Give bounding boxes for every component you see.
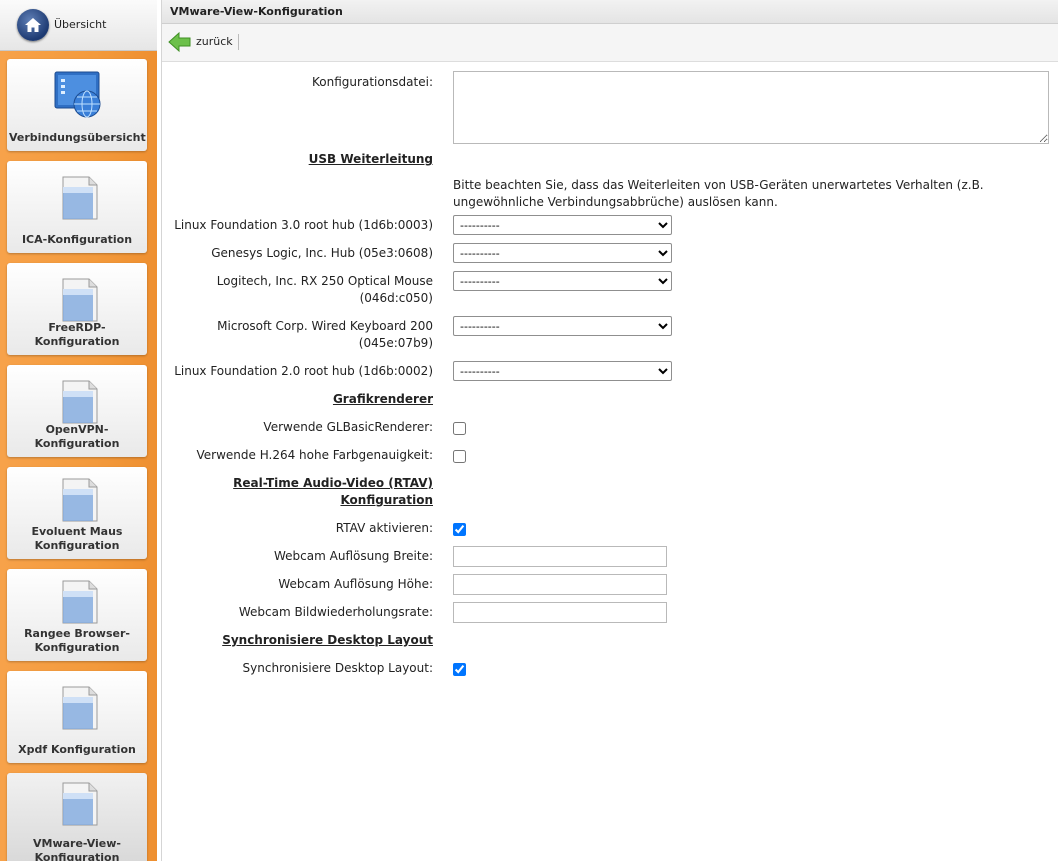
config-file-label: Konfigurationsdatei: — [312, 75, 433, 89]
page-title: VMware-View-Konfiguration — [162, 0, 1058, 24]
usb-device-label: Logitech, Inc. RX 250 Optical Mouse — [216, 274, 433, 288]
sidebar-item-openvpn[interactable]: OpenVPN-Konfiguration — [7, 365, 147, 457]
usb-device-label-id: (045e:07b9) — [358, 336, 433, 350]
document-icon — [62, 478, 98, 522]
webcam-height-label: Webcam Auflösung Höhe: — [278, 577, 433, 591]
gl-basic-label: Verwende GLBasicRenderer: — [263, 420, 433, 434]
usb-device-label: Microsoft Corp. Wired Keyboard 200 — [217, 319, 433, 333]
sidebar-item-label: Xpdf Konfiguration — [18, 743, 136, 756]
usb-device-select[interactable]: ---------- — [453, 361, 672, 381]
toolbar-separator — [238, 34, 239, 50]
gl-basic-checkbox[interactable] — [453, 422, 466, 435]
sidebar-item-label: Rangee Browser-Konfiguration — [24, 627, 130, 654]
document-icon — [62, 176, 98, 220]
usb-hint: Bitte beachten Sie, dass das Weiterleite… — [453, 178, 984, 209]
sidebar-item-verbindungsuebersicht[interactable]: Verbindungsübersicht — [7, 59, 147, 151]
webcam-fps-label: Webcam Bildwiederholungsrate: — [238, 605, 433, 619]
sidebar-item-label: Evoluent Maus Konfiguration — [31, 525, 123, 552]
webcam-fps-input[interactable] — [453, 602, 667, 623]
section-graphics: Grafikrenderer — [332, 392, 433, 406]
usb-device-select[interactable]: ---------- — [453, 243, 672, 263]
rtav-enable-checkbox[interactable] — [453, 523, 466, 536]
sidebar-item-rangee-browser[interactable]: Rangee Browser-Konfiguration — [7, 569, 147, 661]
sidebar-item-ica[interactable]: ICA-Konfiguration — [7, 161, 147, 253]
sidebar-item-freerdp[interactable]: FreeRDP-Konfiguration — [7, 263, 147, 355]
sidebar-item-vmware-view[interactable]: VMware-View-Konfiguration — [7, 773, 147, 861]
usb-device-select[interactable]: ---------- — [453, 316, 672, 336]
sidebar-item-label: OpenVPN-Konfiguration — [34, 423, 120, 450]
back-label: zurück — [196, 35, 233, 48]
usb-device-label: Linux Foundation 2.0 root hub (1d6b:0002… — [174, 364, 433, 378]
document-icon — [62, 580, 98, 624]
section-usb: USB Weiterleitung — [308, 152, 433, 166]
rtav-enable-label: RTAV aktivieren: — [335, 521, 433, 535]
toolbar: zurück — [162, 24, 1058, 62]
home-icon — [17, 9, 49, 41]
home-button[interactable]: Übersicht — [0, 0, 157, 51]
sidebar-item-label: ICA-Konfiguration — [21, 233, 133, 246]
usb-device-select[interactable]: ---------- — [453, 271, 672, 291]
config-file-textarea[interactable] — [453, 71, 1049, 144]
sidebar-item-label: VMware-View-Konfiguration — [33, 837, 121, 861]
usb-device-label: Genesys Logic, Inc. Hub (05e3:0608) — [211, 246, 433, 260]
usb-device-select[interactable]: ---------- — [453, 215, 672, 235]
sidebar: Übersicht Verbindungsübersicht ICA-Konfi… — [0, 0, 157, 861]
sidebar-item-xpdf[interactable]: Xpdf Konfiguration — [7, 671, 147, 763]
h264-label: Verwende H.264 hohe Farbgenauigkeit: — [196, 448, 433, 462]
webcam-height-input[interactable] — [453, 574, 667, 595]
section-rtav-line2: Konfiguration — [340, 493, 433, 507]
h264-checkbox[interactable] — [453, 450, 466, 463]
document-icon — [62, 278, 98, 322]
webcam-width-input[interactable] — [453, 546, 667, 567]
sidebar-item-label: Verbindungsübersicht — [9, 131, 146, 144]
section-rtav: Real-Time Audio-Video (RTAV) — [233, 476, 433, 490]
document-icon — [62, 782, 98, 826]
section-sync-layout: Synchronisiere Desktop Layout — [222, 633, 433, 647]
document-icon — [62, 380, 98, 424]
sync-layout-checkbox[interactable] — [453, 663, 466, 676]
arrow-left-icon — [168, 31, 191, 53]
main-panel: VMware-View-Konfiguration zurück Konfigu… — [161, 0, 1058, 861]
sync-layout-label: Synchronisiere Desktop Layout: — [242, 661, 433, 675]
usb-device-label-id: (046d:c050) — [359, 291, 433, 305]
webcam-width-label: Webcam Auflösung Breite: — [274, 549, 433, 563]
sidebar-item-label: FreeRDP-Konfiguration — [34, 321, 120, 348]
home-label: Übersicht — [54, 18, 107, 31]
document-icon — [62, 686, 98, 730]
usb-device-label: Linux Foundation 3.0 root hub (1d6b:0003… — [174, 218, 433, 232]
sidebar-item-evoluent-maus[interactable]: Evoluent Maus Konfiguration — [7, 467, 147, 559]
network-overview-icon — [54, 71, 101, 118]
